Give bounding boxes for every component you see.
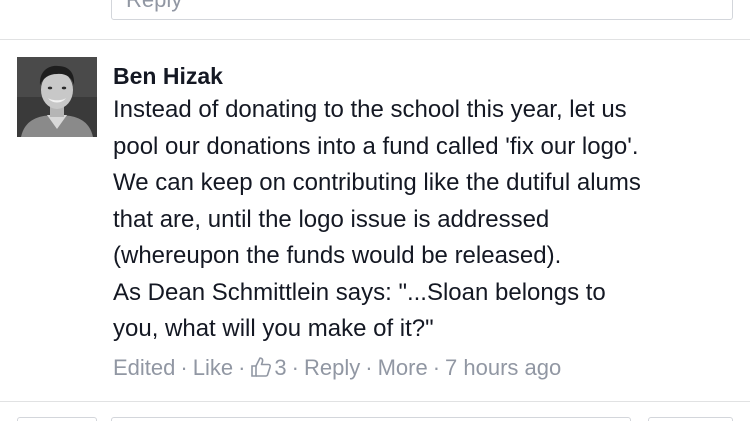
divider [0, 401, 750, 402]
separator: · [238, 355, 246, 380]
separator: · [291, 355, 299, 380]
comment-body-line: that are, until the logo issue is addres… [113, 205, 550, 233]
next-action-button[interactable] [648, 417, 733, 421]
comment-body-line: Instead of donating to the school this y… [113, 96, 627, 123]
comment-actions: Edited · Like · 3 · Reply · More · 7 hours ago [113, 354, 561, 385]
comment-body-line: you, what will you make of it?" [113, 315, 434, 342]
comment-thread: Reply Ben Hizak [0, 0, 750, 421]
comment-body-line: pool our donations into a fund called 'f… [113, 132, 639, 160]
previous-reply-placeholder: Reply [126, 0, 182, 13]
thumbs-up-icon [250, 356, 272, 385]
comment-body: Instead of donating to the school this y… [113, 92, 743, 348]
edited-link[interactable]: Edited [113, 355, 175, 380]
separator: · [432, 355, 441, 380]
reply-link[interactable]: Reply [304, 355, 360, 380]
next-comment-input[interactable] [111, 417, 631, 421]
previous-reply-input[interactable]: Reply [111, 0, 733, 20]
separator: · [365, 355, 373, 380]
separator: · [180, 355, 188, 380]
comment-body-line: (whereupon the funds would be released). [113, 242, 562, 269]
comment: Ben Hizak Instead of donating to the sch… [0, 40, 750, 401]
avatar-photo [17, 57, 97, 137]
like-count[interactable]: 3 [250, 355, 287, 380]
timestamp-link[interactable]: 7 hours ago [445, 355, 561, 380]
comment-body-line: We can keep on contributing like the dut… [113, 169, 641, 196]
comment-body-line: As Dean Schmittlein says: "...Sloan belo… [113, 278, 606, 306]
like-count-number: 3 [274, 355, 287, 380]
more-link[interactable]: More [378, 355, 428, 380]
like-link[interactable]: Like [193, 355, 233, 380]
author-name[interactable]: Ben Hizak [113, 62, 223, 90]
next-avatar-placeholder [17, 417, 97, 421]
avatar[interactable] [17, 57, 97, 137]
